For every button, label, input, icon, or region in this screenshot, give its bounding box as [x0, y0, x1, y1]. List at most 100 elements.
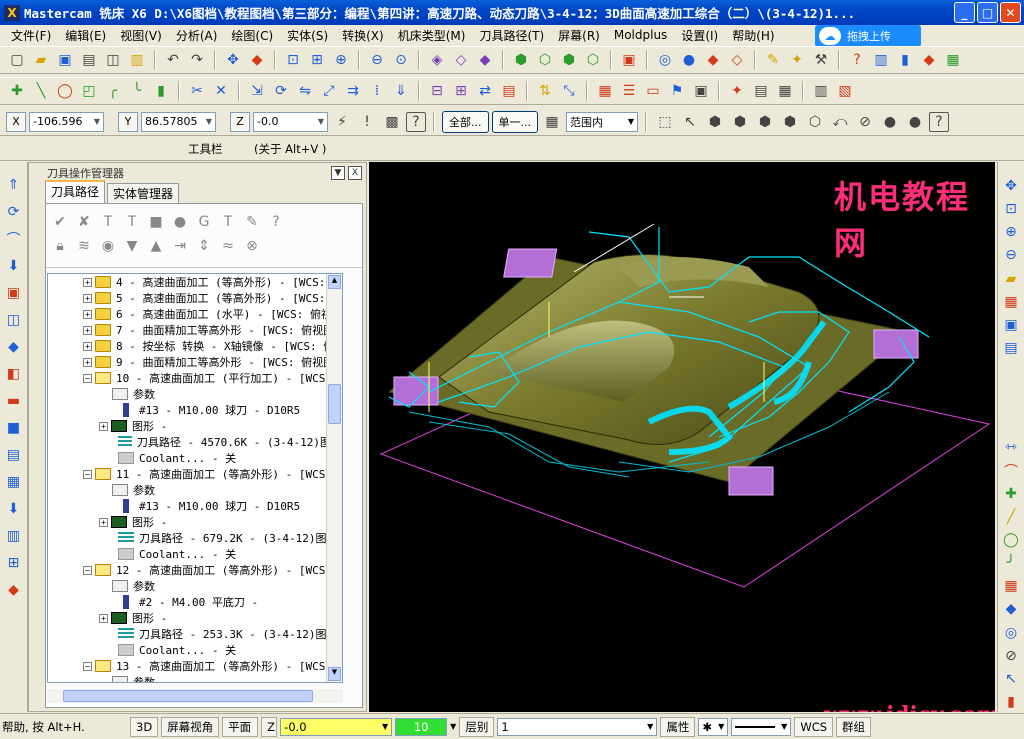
expand-toggle-icon[interactable]: + [83, 325, 92, 335]
help-query-icon[interactable]: ? [846, 49, 868, 71]
chamfer-icon[interactable]: ╰ [126, 80, 148, 102]
tree-row[interactable]: + 图形 - [48, 418, 342, 434]
globe-icon[interactable]: ◎ [654, 49, 676, 71]
select-dirty-ops-icon[interactable]: ✘ [74, 212, 94, 232]
menu-machine-type[interactable]: 机床类型(M) [391, 27, 473, 44]
collapse-toggle-icon[interactable]: − [83, 565, 92, 575]
redo-icon[interactable]: ↷ [186, 49, 208, 71]
machine-icon[interactable]: ▮ [894, 49, 916, 71]
help-icon[interactable]: ? [406, 111, 426, 132]
screen-view-button[interactable]: 屏幕视角 [161, 716, 220, 737]
minimize-button[interactable]: _ [954, 2, 975, 23]
arrow-down-icon[interactable]: ⬇ [3, 255, 25, 277]
offset-icon[interactable]: ⇉ [342, 80, 364, 102]
fit-icon[interactable]: ⊡ [282, 49, 304, 71]
tool-display-icon[interactable]: ⊗ [242, 236, 262, 256]
point-icon[interactable]: ✚ [6, 80, 28, 102]
save-view-icon[interactable]: ▣ [1000, 315, 1022, 335]
box-icon[interactable]: ◇ [726, 49, 748, 71]
wand-icon[interactable]: ⚑ [666, 80, 688, 102]
translate-icon[interactable]: ⇲ [246, 80, 268, 102]
expand-toggle-icon[interactable]: + [83, 357, 92, 367]
menu-screen[interactable]: 屏幕(R) [551, 27, 607, 44]
tree-row[interactable]: + 图形 - [48, 514, 342, 530]
top-view-icon[interactable]: ⬡ [534, 49, 556, 71]
project-icon[interactable]: ⇓ [390, 80, 412, 102]
rect-tool-icon[interactable]: ▦ [1000, 576, 1022, 596]
help-icon[interactable]: ? [929, 111, 949, 132]
regenerate-dirty-icon[interactable]: T [122, 212, 142, 232]
face-select-icon[interactable]: ⬢ [729, 111, 751, 133]
tree-row[interactable]: − 10 - 高速曲面加工 (平行加工) - [WCS [48, 370, 342, 386]
table-icon[interactable]: ▦ [594, 80, 616, 102]
highfeed-icon[interactable]: ✎ [242, 212, 262, 232]
scroll-up-arrow[interactable]: ▲ [328, 275, 341, 289]
zoom-selected-icon[interactable]: ⊙ [390, 49, 412, 71]
folder-icon[interactable]: ▰ [1000, 269, 1022, 289]
toggle-post-icon[interactable]: ◉ [98, 236, 118, 256]
attributes-icon[interactable]: ▥ [810, 80, 832, 102]
verify-icon[interactable]: ● [170, 212, 190, 232]
x-coordinate-field[interactable]: -106.596 ▼ [29, 111, 104, 132]
tree-row[interactable]: +9 - 曲面精加工等高外形 - [WCS: 俯视图 [48, 354, 342, 370]
expand-toggle-icon[interactable]: + [99, 613, 108, 623]
menu-xform[interactable]: 转换(X) [335, 27, 391, 44]
z-coordinate-field[interactable]: -0.0 ▼ [253, 111, 328, 132]
dimension-icon[interactable]: ⊞ [450, 80, 472, 102]
horizontal-scroll-thumb[interactable] [63, 690, 313, 702]
select-single-button[interactable]: 单一... [491, 110, 538, 133]
tree-row[interactable]: Coolant... - 关 [48, 546, 342, 562]
cursor-tool-icon[interactable]: ↖ [1000, 669, 1022, 689]
menu-create[interactable]: 绘图(C) [224, 27, 280, 44]
expand-toggle-icon[interactable]: + [83, 277, 92, 287]
snap-icon[interactable]: ▩ [381, 111, 403, 133]
zoom-fit-icon[interactable]: ⊡ [1000, 199, 1022, 219]
refresh-icon[interactable]: ⟳ [3, 201, 25, 223]
view-cube-icon[interactable]: ▣ [618, 49, 640, 71]
layer-icon[interactable]: ▬ [3, 390, 25, 412]
tree-row[interactable]: + 图形 - [48, 610, 342, 626]
undo-icon[interactable]: ↶ [162, 49, 184, 71]
line-tool-icon[interactable]: ╱ [1000, 507, 1022, 527]
sheet-view-icon[interactable]: ▤ [1000, 338, 1022, 358]
tree-row[interactable]: +8 - 按坐标 转换 - X轴镜像 - [WCS: 俯 [48, 338, 342, 354]
color-field[interactable]: 10 [395, 717, 448, 736]
body-select-icon[interactable]: ⬢ [754, 111, 776, 133]
deselect-icon[interactable]: ● [879, 111, 901, 133]
point-style-select[interactable]: ✱ ▼ [698, 717, 729, 736]
clipboard-icon[interactable]: ▥ [126, 49, 148, 71]
tree-row[interactable]: 刀具路径 - 253.3K - (3-4-12)图档 [48, 626, 342, 642]
layer-button[interactable]: 层别 [459, 716, 495, 737]
sphere-icon[interactable]: ● [678, 49, 700, 71]
curve-icon[interactable]: ⌒ [1000, 461, 1022, 481]
menu-toolpaths[interactable]: 刀具路径(T) [472, 27, 551, 44]
mode-3d-button[interactable]: 3D [130, 716, 159, 737]
tree-row[interactable]: +7 - 曲面精加工等高外形 - [WCS: 俯视图 [48, 322, 342, 338]
settings-icon[interactable]: ✦ [726, 80, 748, 102]
maximize-button[interactable]: □ [977, 2, 998, 23]
tree-row[interactable]: − 12 - 高速曲面加工 (等高外形) - [WCS [48, 562, 342, 578]
group-button[interactable]: 群组 [836, 716, 872, 737]
menu-moldplus[interactable]: Moldplus [607, 28, 674, 42]
tree-row[interactable]: Coolant... - 关 [48, 642, 342, 658]
menu-analyze[interactable]: 分析(A) [169, 27, 225, 44]
shapes-icon[interactable]: ◆ [3, 336, 25, 358]
sort-icon[interactable]: ⇅ [534, 80, 556, 102]
expand-toggle-icon[interactable]: + [83, 293, 92, 303]
erase-icon[interactable]: ▧ [834, 80, 856, 102]
box-select-icon[interactable]: ⬚ [654, 111, 676, 133]
no-entry-icon[interactable]: ⊘ [1000, 646, 1022, 666]
list-icon[interactable]: ☰ [618, 80, 640, 102]
insert-arrow-icon[interactable]: ⇥ [170, 236, 190, 256]
select-all-ops-icon[interactable]: ✔ [50, 212, 70, 232]
grid-icon[interactable]: ▦ [942, 49, 964, 71]
open-folder-icon[interactable]: ▰ [30, 49, 52, 71]
transform-icon[interactable]: ⇄ [474, 80, 496, 102]
tree-row[interactable]: − 13 - 高速曲面加工 (等高外形) - [WCS [48, 658, 342, 674]
expand-toggle-icon[interactable]: + [99, 421, 108, 431]
tree-row[interactable]: #2 - M4.00 平底刀 - [48, 594, 342, 610]
unzoom-icon[interactable]: ⊖ [366, 49, 388, 71]
panel-pin-button[interactable]: ▼ [331, 166, 345, 180]
eraser-icon[interactable]: ◧ [3, 363, 25, 385]
z-depth-field[interactable]: -0.0 ▼ [280, 717, 393, 736]
